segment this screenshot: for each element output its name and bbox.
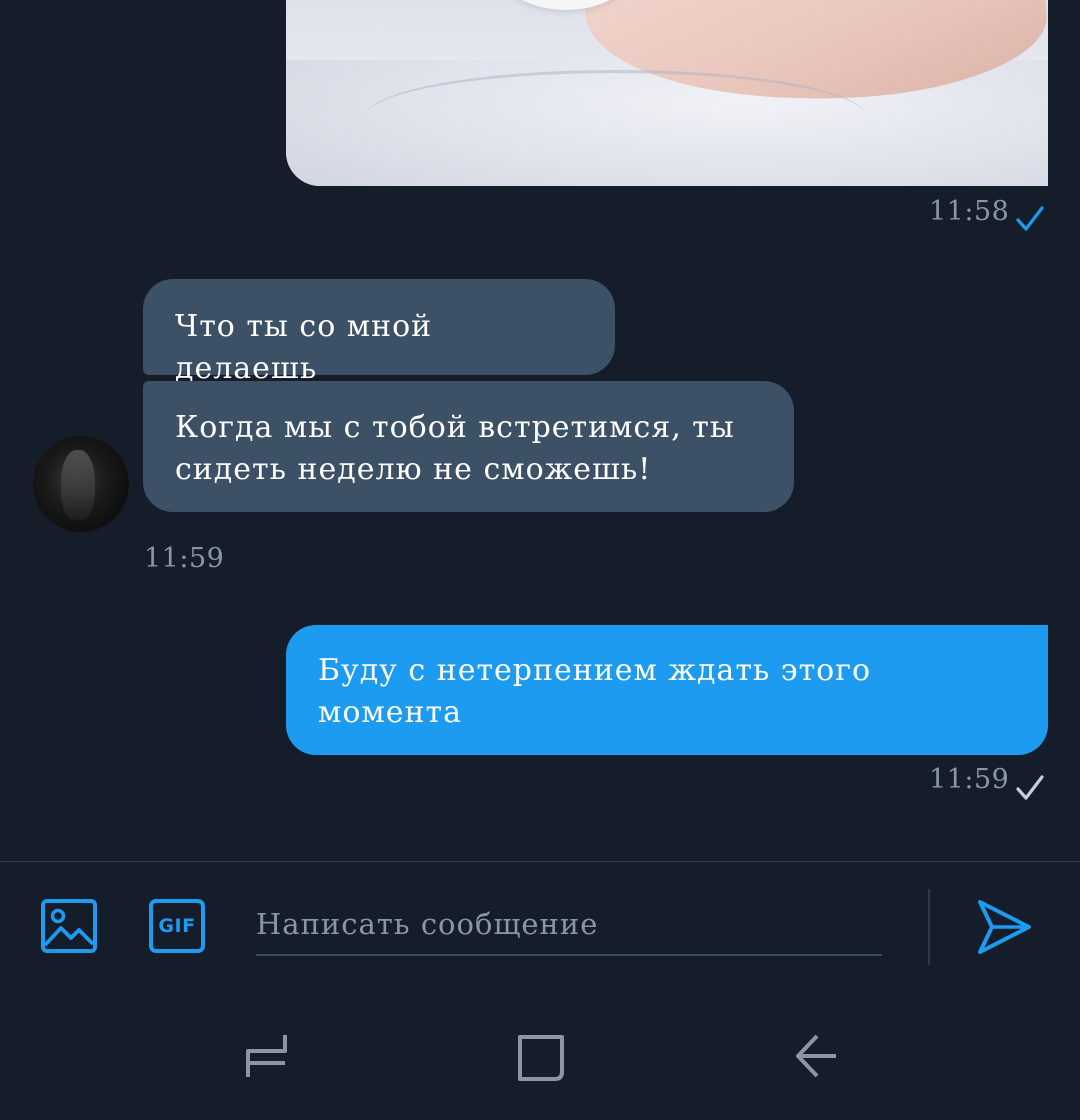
avatar-photo xyxy=(61,450,95,520)
sent-check-icon xyxy=(1016,775,1044,800)
send-icon[interactable] xyxy=(976,898,1032,956)
composer-separator xyxy=(928,889,930,965)
recent-apps-icon[interactable] xyxy=(243,1032,289,1080)
incoming-message[interactable]: Когда мы с тобой встретимся, ты сидеть н… xyxy=(143,381,794,512)
image-message[interactable] xyxy=(286,0,1048,186)
dm-conversation-screen: 11:58 Что ты со мной делаешь Когда мы с … xyxy=(0,0,1080,1120)
image-icon[interactable] xyxy=(40,898,98,954)
message-input[interactable] xyxy=(256,894,882,956)
home-icon[interactable] xyxy=(517,1034,565,1082)
gif-icon[interactable]: GIF xyxy=(148,898,206,954)
read-check-icon xyxy=(1016,206,1044,231)
message-timestamp: 11:59 xyxy=(144,543,225,574)
incoming-message[interactable]: Что ты со мной делаешь xyxy=(143,279,615,386)
system-navigation-bar xyxy=(0,990,1080,1120)
image-fabric-fold xyxy=(366,70,866,163)
avatar[interactable] xyxy=(33,436,129,532)
outgoing-message[interactable]: Буду с нетерпением ждать этого момента xyxy=(286,625,1048,755)
message-text-line: момента xyxy=(318,695,462,730)
back-icon[interactable] xyxy=(793,1032,839,1080)
message-text-line: сидеть неделю не сможешь! xyxy=(175,452,652,487)
message-timestamp: 11:58 xyxy=(929,196,1010,227)
message-timestamp: 11:59 xyxy=(929,764,1010,795)
message-text: Что ты со мной делаешь xyxy=(175,309,433,386)
message-text-line: Когда мы с тобой встретимся, ты xyxy=(175,410,735,445)
message-text-line: Буду с нетерпением ждать этого xyxy=(318,653,872,688)
gif-label: GIF xyxy=(158,915,196,937)
